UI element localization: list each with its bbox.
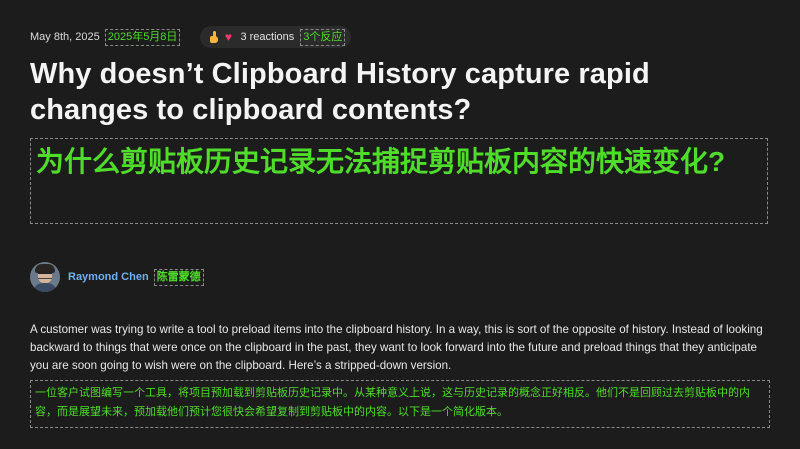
article-title-translation: 为什么剪贴板历史记录无法捕捉剪贴板内容的快速变化? [30, 138, 768, 224]
author-avatar[interactable] [30, 262, 60, 292]
article-paragraph: A customer was trying to write a tool to… [30, 323, 763, 372]
publish-date-translation: 2025年5月8日 [104, 28, 181, 46]
article-title: Why doesn’t Clipboard History capture ra… [30, 58, 650, 126]
article-paragraph-translation: 一位客户试图编写一个工具，将项目预加载到剪贴板历史记录中。从某种意义上说，这与历… [30, 380, 770, 428]
author-byline: Raymond Chen 陈雷蒙德 [30, 262, 204, 292]
heart-icon: ♥ [224, 30, 232, 44]
author-name-translation: 陈雷蒙德 [153, 268, 204, 286]
thumbs-up-icon [208, 31, 220, 43]
reactions-count-translation: 3个反应 [300, 28, 346, 46]
publish-date: May 8th, 2025 [30, 31, 100, 43]
author-name-link[interactable]: Raymond Chen [68, 271, 149, 283]
reactions-button[interactable]: ♥ 3 reactions 3个反应 [200, 26, 352, 48]
reactions-count: 3 reactions [240, 31, 295, 43]
article-meta: May 8th, 2025 2025年5月8日 ♥ 3 reactions 3个… [30, 26, 352, 48]
